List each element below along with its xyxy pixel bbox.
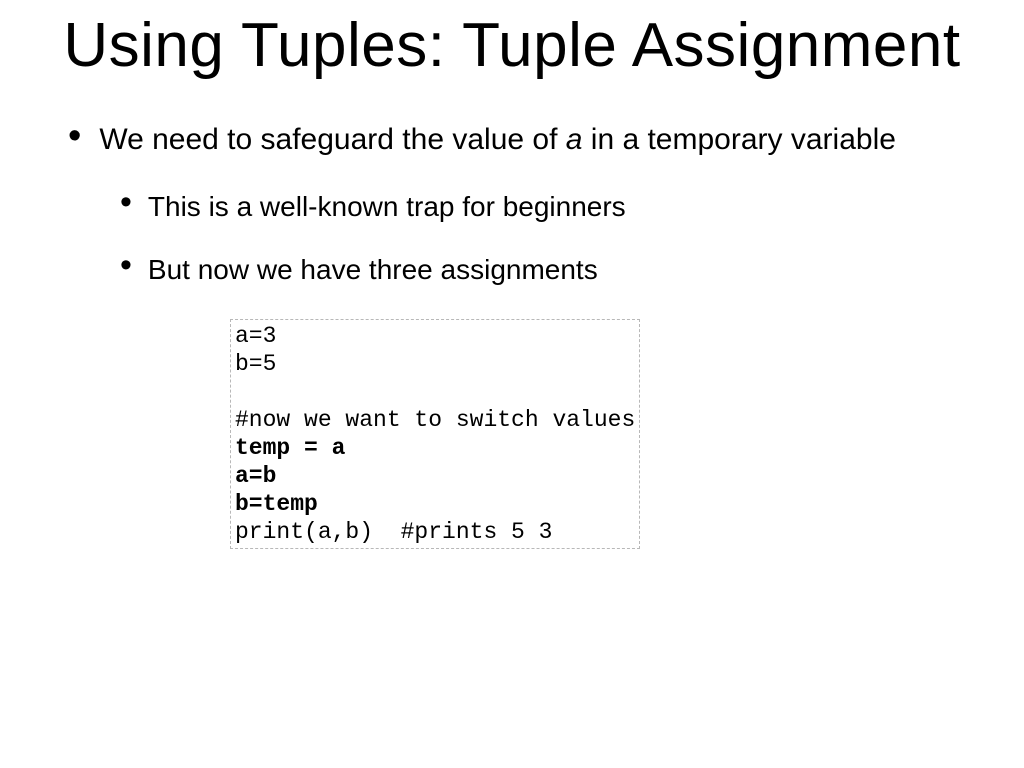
bullet-level2-b: • But now we have three assignments xyxy=(120,252,974,287)
code-line: print(a,b) #prints 5 3 xyxy=(235,519,552,545)
bullet-text-italic: a xyxy=(566,123,583,156)
code-line: #now we want to switch values xyxy=(235,407,635,433)
code-line: a=b xyxy=(235,463,276,489)
code-blank-line xyxy=(235,379,249,405)
code-line: a=3 xyxy=(235,323,276,349)
bullet-text: We need to safeguard the value of a in a… xyxy=(99,121,896,159)
code-line: b=5 xyxy=(235,351,276,377)
bullet-text-post: in a temporary variable xyxy=(582,123,895,156)
bullet-text-pre: We need to safeguard the value of xyxy=(99,123,565,156)
bullet-text: This is a well-known trap for beginners xyxy=(148,189,626,224)
slide: Using Tuples: Tuple Assignment • We need… xyxy=(0,0,1024,549)
bullet-dot-icon: • xyxy=(120,254,132,276)
bullet-dot-icon: • xyxy=(120,191,132,213)
bullet-level1: • We need to safeguard the value of a in… xyxy=(50,121,974,159)
code-line: temp = a xyxy=(235,435,345,461)
code-block: a=3 b=5 #now we want to switch values te… xyxy=(230,319,640,549)
bullet-text: But now we have three assignments xyxy=(148,252,598,287)
bullet-level2-a: • This is a well-known trap for beginner… xyxy=(120,189,974,224)
bullet-dot-icon: • xyxy=(68,123,81,150)
page-title: Using Tuples: Tuple Assignment xyxy=(50,10,974,81)
code-line: b=temp xyxy=(235,491,318,517)
